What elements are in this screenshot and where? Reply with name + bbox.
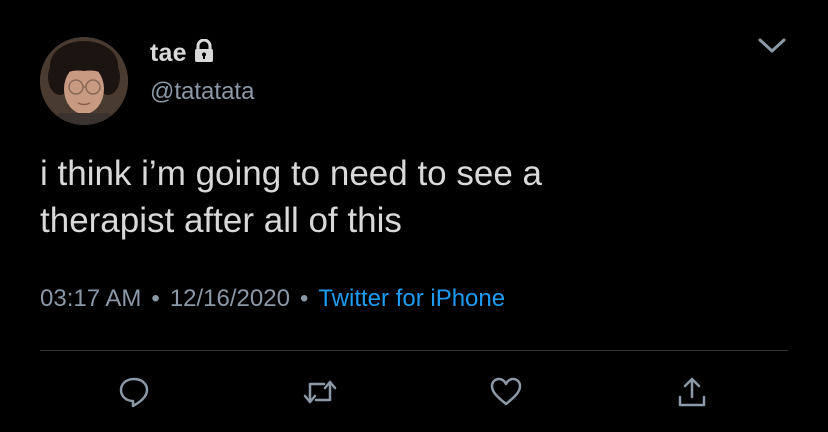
tweet-text-line-1: i think i’m going to need to see a <box>40 154 542 193</box>
tweet-date[interactable]: 12/16/2020 <box>170 285 290 313</box>
reply-button[interactable] <box>112 372 156 416</box>
tweet-meta: 03:17 AM • 12/16/2020 • Twitter for iPho… <box>40 285 505 313</box>
retweet-button[interactable] <box>298 372 342 416</box>
lock-icon <box>193 38 215 68</box>
tweet-time[interactable]: 03:17 AM <box>40 285 141 313</box>
chevron-down-icon[interactable] <box>752 32 792 60</box>
like-button[interactable] <box>484 372 528 416</box>
avatar[interactable] <box>40 37 128 125</box>
user-handle[interactable]: @tatatata <box>150 78 254 106</box>
share-icon <box>676 375 708 414</box>
display-name[interactable]: tae <box>150 39 187 68</box>
reply-icon <box>117 375 151 414</box>
tweet-text: i think i’m going to need to see a thera… <box>40 150 780 244</box>
retweet-icon <box>302 376 338 413</box>
share-button[interactable] <box>670 372 714 416</box>
divider <box>40 350 788 351</box>
tweet-source-link[interactable]: Twitter for iPhone <box>318 285 505 313</box>
name-row: tae <box>150 36 215 70</box>
heart-icon <box>489 376 523 413</box>
avatar-image <box>40 37 128 125</box>
meta-separator: • <box>299 285 309 312</box>
meta-separator: • <box>151 285 160 312</box>
tweet-card: tae @tatatata i think i’m going to need … <box>0 0 828 432</box>
action-bar <box>0 372 828 422</box>
tweet-text-line-2: therapist after all of this <box>40 201 402 240</box>
